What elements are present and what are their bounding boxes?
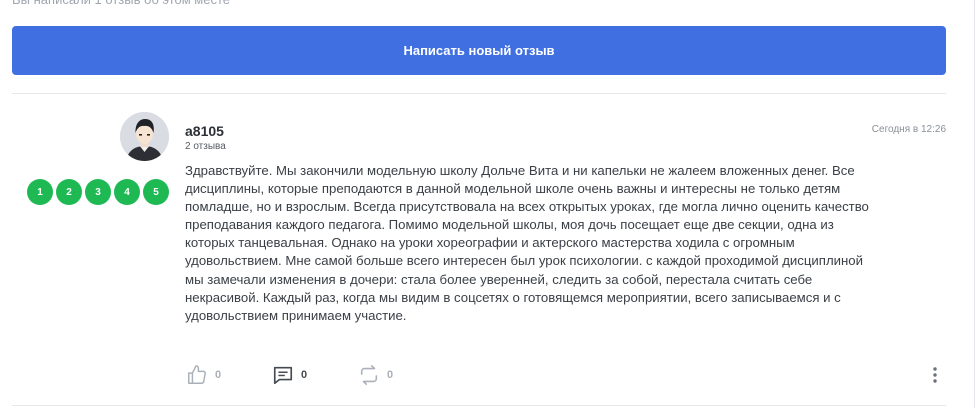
rating-1: 1 bbox=[27, 179, 53, 205]
divider bbox=[12, 93, 946, 94]
comment-count: 0 bbox=[301, 369, 308, 381]
review-body: Здравствуйте. Мы закончили модельную шко… bbox=[185, 163, 869, 323]
comment-button[interactable]: 0 bbox=[272, 364, 307, 386]
author-review-count: 2 отзыва bbox=[185, 141, 226, 152]
thumbs-up-icon bbox=[188, 365, 206, 384]
like-count: 0 bbox=[215, 369, 222, 381]
review-author-name[interactable]: a8105 bbox=[185, 123, 224, 139]
more-options-button[interactable] bbox=[926, 364, 944, 386]
write-review-button[interactable]: Написать новый отзыв bbox=[12, 26, 946, 75]
repost-count: 0 bbox=[387, 369, 394, 381]
rating-5: 5 bbox=[143, 179, 169, 205]
divider bbox=[12, 405, 946, 406]
rating-3: 3 bbox=[85, 179, 111, 205]
review-timestamp: Сегодня в 12:26 bbox=[871, 124, 946, 135]
like-button[interactable]: 0 bbox=[186, 364, 221, 386]
avatar[interactable] bbox=[120, 112, 169, 161]
repost-button[interactable]: 0 bbox=[358, 364, 393, 386]
more-vertical-icon bbox=[933, 367, 937, 383]
rating-2: 2 bbox=[56, 179, 82, 205]
rating-scale: 1 2 3 4 5 bbox=[27, 179, 169, 205]
rating-4: 4 bbox=[114, 179, 140, 205]
page-border bbox=[974, 0, 975, 408]
repost-icon bbox=[360, 365, 378, 385]
my-reviews-note: Вы написали 1 отзыв об этом месте bbox=[12, 0, 230, 8]
user-avatar-icon bbox=[120, 112, 169, 161]
comment-icon bbox=[273, 366, 293, 385]
